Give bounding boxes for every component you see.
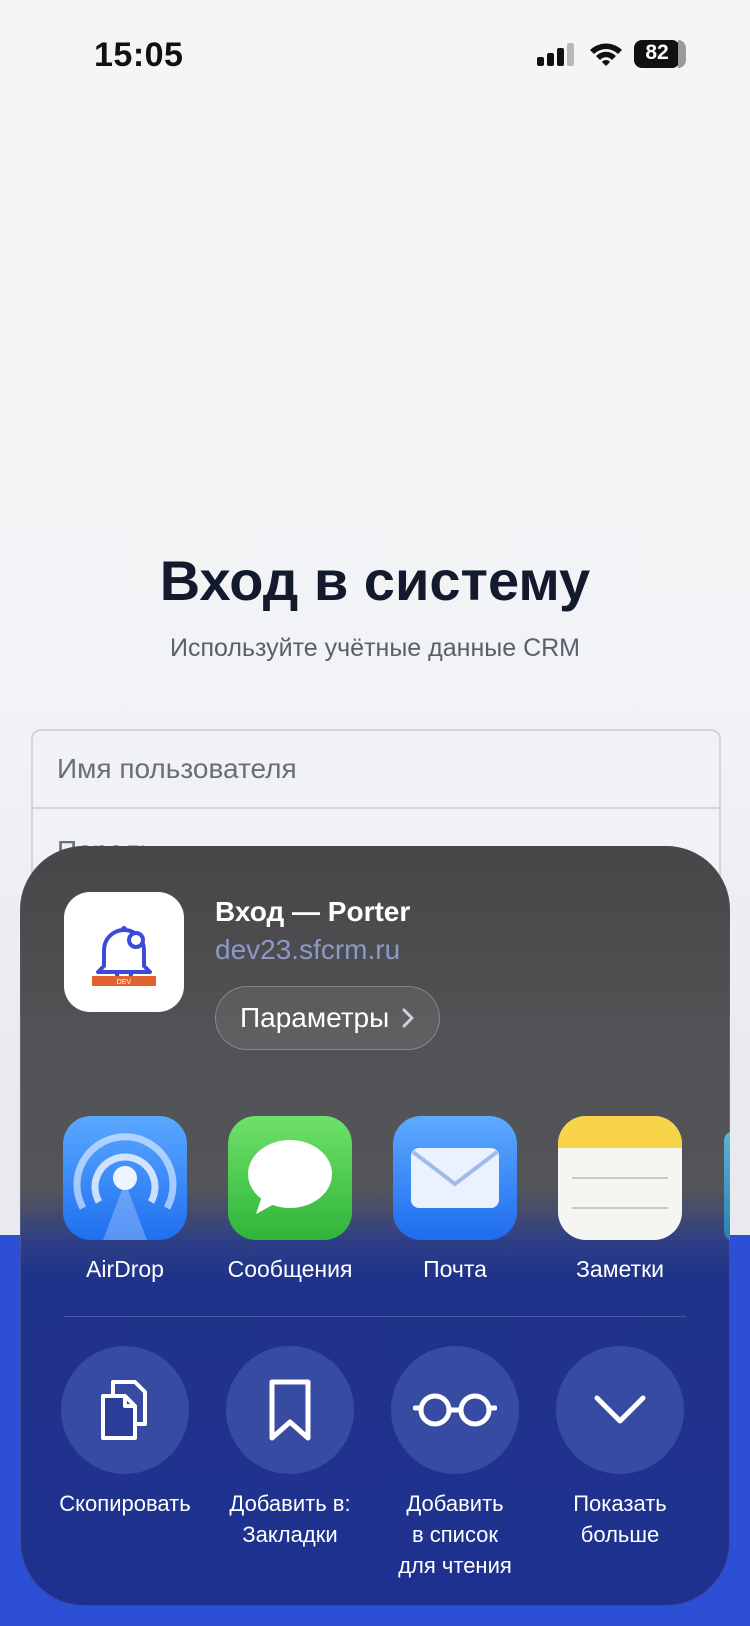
app-thumbnail: DEV bbox=[64, 892, 184, 1012]
battery-level: 82 bbox=[645, 41, 669, 64]
page-subtitle: Используйте учётные данные CRM bbox=[170, 634, 580, 662]
glasses-icon bbox=[413, 1393, 497, 1427]
share-app-label: Сообщения bbox=[227, 1256, 353, 1282]
status-time: 15:05 bbox=[94, 36, 184, 74]
status-bar: 15:05 82 bbox=[0, 0, 750, 110]
share-actions-row: Скопировать Добавить в: Закладки Добавит… bbox=[20, 1346, 730, 1586]
action-label: Добавить в: Закладки bbox=[229, 1491, 351, 1547]
mail-icon bbox=[393, 1116, 517, 1240]
shared-page-url: dev23.sfcrm.ru bbox=[215, 934, 401, 965]
wifi-icon bbox=[590, 43, 622, 66]
options-label: Параметры bbox=[240, 1002, 390, 1033]
action-label: Показать больше bbox=[573, 1491, 667, 1547]
chevron-right-icon bbox=[402, 1008, 414, 1028]
action-label: Скопировать bbox=[59, 1491, 191, 1516]
bell-icon: DEV bbox=[92, 926, 156, 986]
share-app-label: AirDrop bbox=[86, 1256, 164, 1282]
username-field[interactable] bbox=[33, 731, 719, 809]
cellular-signal-icon bbox=[537, 43, 574, 66]
notes-icon bbox=[558, 1116, 682, 1240]
divider bbox=[64, 1316, 686, 1317]
messages-icon bbox=[228, 1116, 352, 1240]
copy-icon bbox=[101, 1380, 147, 1440]
airdrop-icon bbox=[63, 1116, 187, 1240]
share-apps-row: AirDrop Сообщения Почта Заметки bbox=[20, 1116, 730, 1286]
action-label: Добавить в список для чтения bbox=[398, 1491, 512, 1578]
shared-page-title: Вход — Porter bbox=[215, 896, 411, 927]
svg-text:DEV: DEV bbox=[117, 979, 132, 986]
chevron-down-icon bbox=[594, 1395, 646, 1424]
share-sheet: DEV Вход — Porter dev23.sfcrm.ru Парамет… bbox=[20, 846, 730, 1606]
share-app-label: Заметки bbox=[576, 1256, 664, 1282]
battery-indicator: 82 bbox=[634, 40, 686, 68]
bookmark-icon bbox=[269, 1379, 311, 1441]
page-title: Вход в систему bbox=[159, 549, 591, 612]
share-app-next-peek[interactable] bbox=[724, 1131, 730, 1241]
options-button[interactable]: Параметры bbox=[215, 986, 441, 1050]
share-app-label: Почта bbox=[423, 1256, 487, 1282]
